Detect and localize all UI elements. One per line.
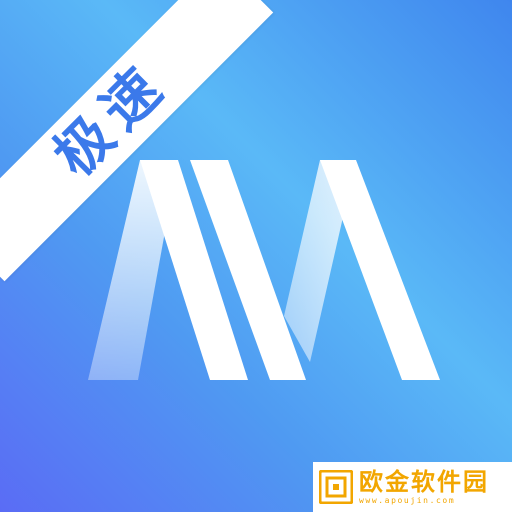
apoujin-logo-icon [319,470,353,504]
m-stroke-right [320,160,440,380]
watermark-url: www.apoujin.com [359,495,456,505]
watermark-title: 欧金软件园 [359,467,489,496]
watermark: 欧金软件园 www.apoujin.com [313,462,512,512]
m-monogram-icon [88,160,440,380]
app-icon: 极速 欧金软件园 www.apoujin.com [0,0,512,512]
